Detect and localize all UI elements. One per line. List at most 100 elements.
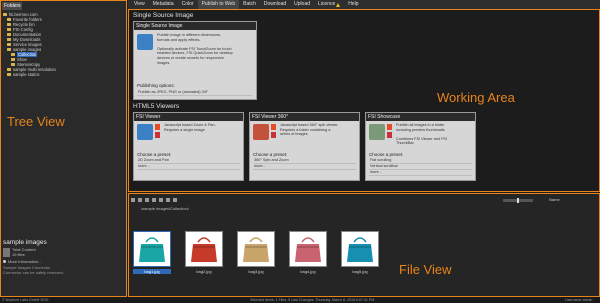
folder-icon: [7, 73, 11, 76]
menu-item[interactable]: Metadata: [149, 0, 178, 9]
folder-icon: [7, 23, 11, 26]
file-thumbnail[interactable]: bag2.jpg: [185, 231, 223, 275]
fsi-viewer-360-card[interactable]: FSI Viewer 360° Javascript based 360° spi…: [249, 112, 360, 181]
card-description-line: Requires a single image: [164, 127, 205, 132]
menu-item-label: Color: [181, 1, 194, 7]
folder-icon: [7, 48, 11, 51]
card-subtitle: Publishing options:: [137, 83, 175, 88]
file-toolbar: Name: [131, 196, 597, 203]
fsi-viewer-card[interactable]: FSI Viewer Javascript based Zoom & Pan. Re…: [133, 112, 244, 181]
file-view-overlay-label: File View: [399, 262, 452, 277]
file-view: Name /sample images/Collection/ bag1.jpg…: [128, 193, 600, 297]
menu-item[interactable]: Color: [178, 0, 198, 9]
menu-item-label: Help: [348, 1, 359, 7]
bag-image: [139, 237, 165, 262]
working-area: Single Source Image Single Source Image …: [128, 9, 600, 192]
menu-item-label: Download: [263, 1, 287, 7]
thumbnail-label: bag5.jpg: [352, 269, 368, 274]
bag-image: [295, 237, 321, 262]
thumbnail-image: [289, 231, 327, 267]
menu-bar: View Metadata Color Publish to Web Batch Down…: [128, 0, 600, 9]
file-thumbnail[interactable]: bag3.jpg: [237, 231, 275, 275]
more-information-link[interactable]: More Information...: [3, 259, 125, 264]
menu-item-label: Metadata: [152, 1, 174, 7]
tab-folders[interactable]: Folders: [2, 2, 22, 10]
menu-item[interactable]: Upload: [290, 0, 314, 9]
working-area-overlay-label: Working Area: [437, 90, 515, 105]
card-description: Publish all images in a folder including …: [396, 123, 474, 146]
html5-badge-icon: [387, 132, 392, 138]
file-thumbnail[interactable]: bag1.jpg: [133, 231, 171, 275]
thumbnail-size-slider[interactable]: [503, 198, 533, 203]
tree-view-overlay-label: Tree View: [7, 114, 65, 129]
fsi-showcase-card[interactable]: FSI Showcase Publish all images in a fold…: [365, 112, 476, 181]
folder-icon: [7, 43, 11, 46]
menu-item[interactable]: Download: [260, 0, 290, 9]
folder-icon: [3, 13, 7, 16]
card-option[interactable]: more...: [369, 170, 472, 176]
folder-tree: fsi.bermeo.com Favorite folders Recycle bi…: [3, 12, 123, 77]
copy-icon[interactable]: [166, 197, 170, 202]
file-thumbnail[interactable]: bag4.jpg: [289, 231, 327, 275]
connector-description-line: Connector can be safely removed.: [3, 269, 64, 275]
thumbnail-label: bag1.jpg: [133, 269, 171, 274]
menu-item[interactable]: View: [130, 0, 149, 9]
card-subtitle: Choose a preset:: [253, 152, 288, 157]
folder-icon: [11, 63, 15, 66]
card-option[interactable]: Publish as JPEG, PNG or (animated) GIF: [137, 90, 252, 96]
single-source-card[interactable]: Single Source Image Publish image in dif…: [133, 21, 257, 100]
paste-icon[interactable]: [173, 197, 177, 202]
html5-viewers-title: HTML5 Viewers: [133, 103, 180, 110]
html5-badge-icon: [271, 124, 276, 130]
card-description: Javascript based 360° spin viewer. Requir…: [280, 123, 358, 137]
menu-item-label: Publish to Web: [201, 1, 236, 7]
card-header: FSI Showcase: [366, 113, 475, 121]
folder-icon: [11, 53, 15, 56]
folder-info: sample images Total Content 19 files Mor…: [3, 239, 125, 275]
tree-panel: Folders fsi.bermeo.com Favorite folders Re…: [0, 0, 127, 297]
card-description-line: ThumbBar.: [396, 141, 415, 146]
path-bar: /sample images/Collection/: [131, 205, 597, 211]
thumbnail-label: bag2.jpg: [196, 269, 212, 274]
new-folder-icon[interactable]: [131, 197, 135, 202]
folder-icon: [7, 38, 11, 41]
status-bar: © Neptune Labs GmbH 2019 Selected items:…: [0, 297, 600, 303]
info-icon: [3, 260, 6, 264]
cut-icon[interactable]: [159, 197, 163, 202]
tree-item[interactable]: sample statics: [3, 72, 123, 77]
bag-image: [243, 237, 269, 262]
bag-image: [191, 237, 217, 262]
card-subtitle: Choose a preset:: [137, 152, 172, 157]
card-header: FSI Viewer 360°: [250, 113, 359, 121]
card-description-line: series of images: [280, 132, 308, 137]
html5-badge-icon: [155, 124, 160, 130]
thumbnail-label: bag4.jpg: [300, 269, 316, 274]
card-header: FSI Viewer: [134, 113, 243, 121]
folder-info-title: sample images: [3, 239, 47, 246]
card-option[interactable]: more...: [137, 164, 240, 170]
menu-item[interactable]: Help: [344, 0, 362, 9]
delete-icon[interactable]: [152, 197, 156, 202]
card-option-list: Publish as JPEG, PNG or (animated) GIF: [137, 90, 252, 96]
menu-item-label: Upload: [294, 1, 311, 7]
menu-item[interactable]: Batch: [239, 0, 260, 9]
connector-description: Sample Images Connector Connector can be…: [3, 266, 125, 275]
card-description: Publish image in different dimensions, fo…: [157, 33, 255, 65]
card-option-list: Flat scrolling Vertical scrollbar more...: [369, 158, 472, 176]
menu-item[interactable]: Licence: [314, 0, 344, 9]
menu-item[interactable]: Publish to Web: [197, 0, 240, 9]
menu-item-label: Licence: [318, 1, 336, 7]
status-user: Username admin: [565, 298, 593, 302]
slider-knob[interactable]: [517, 198, 519, 203]
card-option-list: 360° Spin and Zoom more...: [253, 158, 356, 170]
folder-icon: [7, 28, 11, 31]
refresh-icon[interactable]: [145, 197, 149, 202]
card-description: Javascript based Zoom & Pan. Requires a s…: [164, 123, 242, 132]
upload-icon[interactable]: [138, 197, 142, 202]
card-option[interactable]: more...: [253, 164, 356, 170]
working-area-title: Single Source Image: [133, 12, 194, 19]
card-subtitle: Choose a preset:: [369, 152, 404, 157]
html5-badge-icon: [155, 132, 160, 138]
file-thumbnail[interactable]: bag5.jpg: [341, 231, 379, 275]
sort-select[interactable]: Name: [549, 197, 560, 202]
